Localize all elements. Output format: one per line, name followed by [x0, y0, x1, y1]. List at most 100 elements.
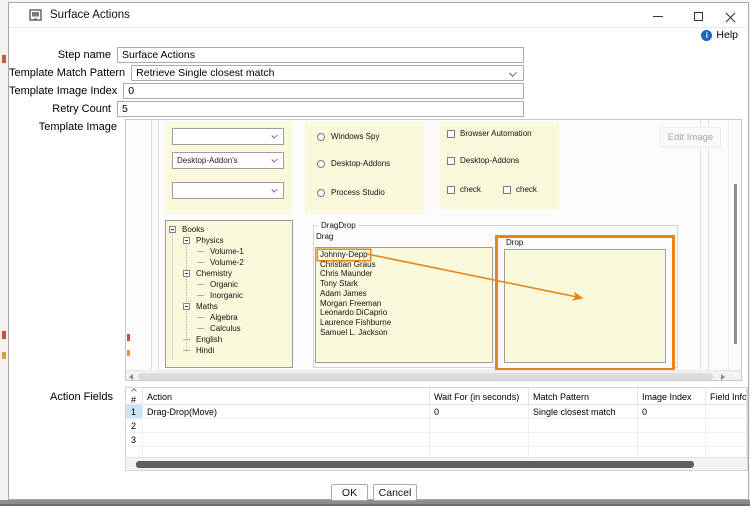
drag-list: Johnny-Depp Christian Graus Chris Maunde… — [315, 247, 493, 363]
help-label: Help — [716, 29, 738, 41]
table-cell[interactable] — [638, 433, 706, 447]
template-image-index-input[interactable] — [123, 83, 524, 99]
drag-label: Drag — [316, 232, 333, 241]
template-match-pattern-label: Template Match Pattern — [9, 65, 131, 81]
tree-item: Books — [166, 224, 292, 235]
table-cell[interactable] — [143, 419, 430, 433]
tree-expander-icon — [197, 317, 204, 318]
table-cell[interactable] — [529, 433, 638, 447]
table-cell[interactable] — [638, 419, 706, 433]
scroll-left-icon[interactable] — [129, 374, 133, 380]
help-button[interactable]: i Help — [701, 29, 738, 41]
tree-expander-icon — [197, 251, 204, 252]
screenshot-root: Surface Actions i Help Step name Templat… — [0, 0, 750, 506]
tree-expander-icon — [197, 284, 204, 285]
maximize-button[interactable] — [685, 6, 711, 26]
maximize-icon — [694, 12, 703, 21]
cancel-button[interactable]: Cancel — [373, 484, 417, 501]
template-match-pattern-select[interactable]: Retrieve Single closest match — [131, 65, 524, 81]
background-artifact — [2, 352, 6, 359]
dragdrop-group-label: DragDrop — [318, 221, 359, 230]
table-body: 1Drag-Drop(Move)0Single closest match023 — [126, 405, 747, 461]
preview-dropdown: Desktop-Addon's — [172, 152, 284, 169]
close-button[interactable] — [717, 6, 743, 26]
minimize-button[interactable] — [645, 6, 671, 26]
column-header[interactable]: Wait For (in seconds) — [430, 388, 529, 405]
table-horizontal-scrollbar[interactable] — [126, 457, 747, 470]
image-artifact — [127, 350, 130, 356]
checkbox-icon — [503, 186, 511, 194]
vertical-scroll-thumb[interactable] — [734, 184, 737, 344]
table-cell[interactable]: 0 — [430, 405, 529, 419]
table-cell[interactable] — [706, 405, 747, 419]
edit-image-button[interactable]: Edit Image — [660, 127, 721, 148]
drop-zone-highlight: Drop — [495, 235, 675, 371]
table-cell[interactable] — [430, 433, 529, 447]
row-number[interactable]: 1 — [126, 405, 143, 419]
column-header[interactable]: Action — [143, 388, 430, 405]
preview-dropdown — [172, 128, 284, 145]
title-bar[interactable]: Surface Actions — [9, 3, 748, 28]
preview-divider — [708, 120, 709, 370]
radio-icon — [317, 160, 325, 168]
dragdrop-group: DragDrop Drag Johnny-Depp Christian Grau… — [313, 225, 678, 368]
tree-expander-icon — [169, 226, 176, 233]
preview-vertical-scrollbar[interactable] — [728, 120, 741, 370]
tree-expander-icon — [183, 303, 190, 310]
info-icon: i — [701, 30, 712, 41]
checkbox-icon — [447, 157, 455, 165]
tree-item: Maths — [166, 301, 292, 312]
close-icon — [725, 11, 736, 22]
table-scroll-thumb[interactable] — [136, 461, 694, 468]
tree-expander-icon — [183, 270, 190, 277]
drag-list-item: Christian Graus — [318, 260, 492, 270]
chevron-down-icon — [271, 132, 277, 138]
tree-expander-icon — [183, 237, 190, 244]
tree-item: English — [166, 334, 292, 345]
drag-list-item: Johnny-Depp — [318, 250, 492, 260]
tree-item: Calculus — [166, 323, 292, 334]
table-cell[interactable]: 0 — [638, 405, 706, 419]
image-artifact — [127, 334, 130, 341]
retry-count-input[interactable] — [117, 101, 524, 117]
tree-item: Hindi — [166, 345, 292, 356]
drag-list-item: Leonardo DiCaprio — [318, 308, 492, 318]
column-header[interactable]: # — [126, 388, 143, 405]
row-number[interactable]: 2 — [126, 419, 143, 433]
table-cell[interactable]: Drag-Drop(Move) — [143, 405, 430, 419]
column-header[interactable]: Image Index — [638, 388, 706, 405]
horizontal-scroll-thumb[interactable] — [138, 373, 713, 380]
window-icon — [29, 9, 42, 22]
table-cell[interactable] — [430, 419, 529, 433]
preview-divider — [158, 120, 159, 370]
chevron-down-icon — [509, 69, 517, 77]
preview-horizontal-scrollbar[interactable] — [126, 370, 742, 381]
table-cell[interactable] — [706, 433, 747, 447]
tree-expander-icon — [197, 328, 204, 329]
sort-caret-icon — [131, 388, 137, 394]
column-header[interactable]: Field Infor — [706, 388, 747, 405]
table-cell[interactable]: Single closest match — [529, 405, 638, 419]
row-number[interactable]: 3 — [126, 433, 143, 447]
chevron-down-icon — [271, 156, 277, 162]
tree-item: Algebra — [166, 312, 292, 323]
table-header-row: #ActionWait For (in seconds)Match Patter… — [126, 388, 747, 405]
radio-icon — [317, 189, 325, 197]
background-artifact — [2, 331, 6, 339]
surface-actions-dialog: Surface Actions i Help Step name Templat… — [8, 2, 749, 500]
drag-list-item: Laurence Fishburne — [318, 318, 492, 328]
tree-expander-icon — [197, 262, 204, 263]
preview-divider — [700, 120, 701, 370]
tree-expander-icon — [183, 339, 190, 340]
checkbox-panel: Browser Automation Desktop-Addons check … — [439, 122, 559, 209]
table-cell[interactable] — [706, 419, 747, 433]
table-cell[interactable] — [143, 433, 430, 447]
dropdown-panel: Desktop-Addon's — [165, 122, 293, 214]
scroll-right-icon[interactable] — [721, 374, 725, 380]
step-name-input[interactable] — [117, 47, 524, 63]
selected-option: Retrieve Single closest match — [136, 67, 274, 79]
ok-button[interactable]: OK — [331, 484, 368, 501]
radio-panel: Windows Spy Desktop-Addons Process Studi… — [305, 122, 425, 214]
table-cell[interactable] — [529, 419, 638, 433]
column-header[interactable]: Match Pattern — [529, 388, 638, 405]
